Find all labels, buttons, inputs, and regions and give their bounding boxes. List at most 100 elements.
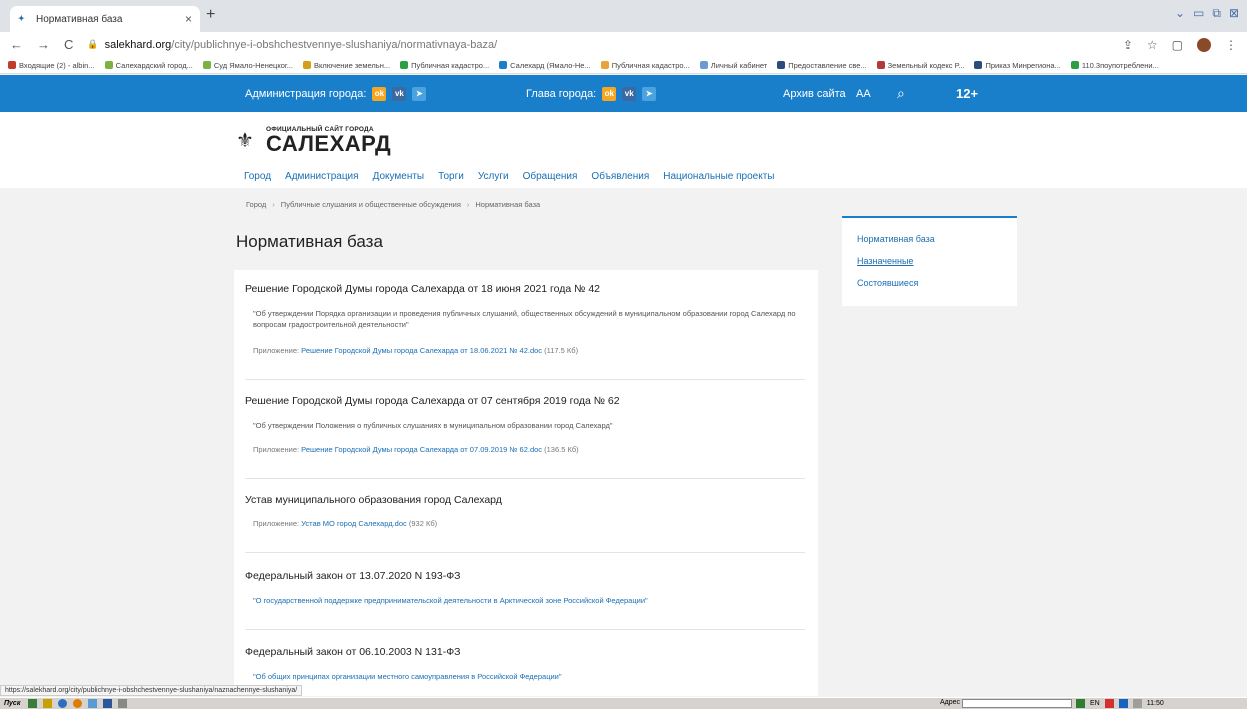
bookmark-item[interactable]: 110.3поупотреблени...: [1070, 61, 1159, 70]
document-item: "О государственной поддержке предпринима…: [245, 595, 805, 606]
font-size-button[interactable]: AA: [856, 88, 871, 100]
bookmark-item[interactable]: Приказ Минрегиона...: [974, 60, 1061, 70]
start-button[interactable]: Пуск: [4, 700, 20, 707]
tray-app-icon[interactable]: [1118, 699, 1128, 708]
minimize-icon[interactable]: ▭: [1193, 6, 1204, 21]
star-icon[interactable]: ☆: [1147, 38, 1158, 52]
address-input[interactable]: 🔒 salekhard.org /city/publichnye-i-obshc…: [87, 34, 1122, 55]
bookmark-item[interactable]: Салехард (Ямало-Не...: [499, 61, 591, 70]
close-tab-icon[interactable]: ×: [185, 12, 192, 26]
breadcrumb-separator: ›: [466, 200, 470, 209]
attachment-link[interactable]: Устав МО город Салехард.doc: [301, 519, 407, 528]
profile-avatar[interactable]: [1197, 37, 1211, 52]
document-item: "Об утверждении Положения о публичных сл…: [245, 420, 805, 431]
app-icon[interactable]: [118, 699, 128, 708]
document-link[interactable]: "О государственной поддержке предпринима…: [253, 595, 805, 606]
document-item: Федеральный закон от 06.10.2003 N 131-ФЗ: [245, 646, 805, 658]
nav-item[interactable]: Национальные проекты: [663, 171, 774, 182]
browser-tabbar: ✦ Нормативная база × + ⌄ ▭ ⧉ ⊠: [0, 0, 1247, 32]
document-item: "Об утверждении Порядка организации и пр…: [245, 308, 805, 330]
nav-item[interactable]: Администрация: [285, 171, 359, 182]
document-link[interactable]: "Об общих принципах организации местного…: [253, 671, 805, 682]
breadcrumb-item-current: Нормативная база: [475, 200, 541, 209]
bookmark-item[interactable]: Публичная кадастро...: [400, 61, 489, 70]
folder-icon[interactable]: [43, 699, 53, 708]
breadcrumb-item-hearings[interactable]: Публичные слушания и общественные обсужд…: [281, 200, 461, 209]
document-item: Решение Городской Думы города Салехарда …: [245, 395, 805, 407]
word-icon[interactable]: [103, 699, 113, 708]
bookmark-item[interactable]: Публичная кадастро...: [600, 61, 690, 70]
language-indicator[interactable]: EN: [1090, 700, 1100, 707]
bookmark-item[interactable]: Суд Ямало-Ненецког...: [202, 60, 293, 70]
nav-item[interactable]: Обращения: [523, 171, 578, 182]
sidebar-item-scheduled[interactable]: Назначенные: [857, 256, 913, 266]
volume-icon[interactable]: [1132, 699, 1142, 708]
document-title: Решение Городской Думы города Салехарда …: [245, 283, 601, 295]
search-icon[interactable]: ⌕: [897, 85, 905, 102]
vk-icon[interactable]: vk: [622, 86, 637, 101]
firefox-icon[interactable]: [73, 699, 83, 708]
telegram-icon[interactable]: ➤: [412, 86, 427, 101]
document-item: "Об общих принципах организации местного…: [245, 671, 805, 682]
bookmark-item[interactable]: Личный кабинет: [699, 61, 767, 70]
bookmark-label: Включение земельн...: [313, 60, 391, 70]
forward-icon[interactable]: →: [37, 37, 50, 52]
bookmark-item[interactable]: Земельный кодекс Р...: [876, 60, 965, 70]
bookmark-favicon-icon: [600, 61, 609, 69]
breadcrumb-item-city[interactable]: Город: [246, 200, 266, 209]
bookmark-item[interactable]: Салехардский город...: [104, 61, 193, 70]
desktop-icon[interactable]: [28, 699, 38, 708]
attachment-size: (136.5 Кб): [544, 445, 579, 454]
nav-item[interactable]: Объявления: [591, 171, 649, 182]
document-item: Приложение: Решение Городской Думы город…: [245, 445, 805, 454]
main-nav: Город Администрация Документы Торги Услуги Об…: [244, 171, 774, 182]
window-controls: ⌄ ▭ ⧉ ⊠: [1175, 6, 1239, 21]
nav-item[interactable]: Торги: [438, 171, 464, 182]
bookmark-item[interactable]: Включение земельн...: [302, 60, 391, 70]
divider: [245, 379, 805, 380]
sidepanel-icon[interactable]: ▢: [1172, 38, 1183, 52]
site-topbar: Администрация города: ok vk ➤ Глава горо…: [0, 75, 1247, 112]
archive-link[interactable]: Архив сайта: [783, 88, 846, 100]
bookmark-label: Суд Ямало-Ненецког...: [213, 60, 293, 70]
sidebar-item-completed[interactable]: Состоявшиеся: [857, 278, 918, 288]
back-icon[interactable]: ←: [10, 37, 23, 52]
antivirus-icon[interactable]: [1104, 699, 1114, 708]
nav-item[interactable]: Город: [244, 171, 271, 182]
attachment-link[interactable]: Решение Городской Думы города Салехарда …: [301, 445, 542, 454]
restore-icon[interactable]: ⧉: [1212, 6, 1221, 21]
age-rating-badge: 12+: [956, 86, 979, 101]
sidebar-item-normative-base[interactable]: Нормативная база: [857, 234, 935, 244]
chevron-down-icon[interactable]: ⌄: [1175, 6, 1185, 21]
bookmark-item[interactable]: Предоставление све...: [777, 60, 867, 70]
chrome-icon[interactable]: [58, 699, 68, 708]
share-icon[interactable]: ⇪: [1123, 38, 1133, 52]
attachment-link[interactable]: Решение Городской Думы города Салехарда …: [301, 346, 542, 355]
site-logo[interactable]: ⚜ ОФИЦИАЛЬНЫЙ САЙТ ГОРОДА САЛЕХАРД: [236, 126, 391, 155]
nav-item[interactable]: Услуги: [478, 171, 509, 182]
bookmark-favicon-icon: [302, 61, 311, 69]
page-title: Нормативная база: [236, 232, 383, 251]
odnoklassniki-icon[interactable]: ok: [602, 86, 617, 101]
network-icon[interactable]: [1076, 699, 1085, 708]
odnoklassniki-icon[interactable]: ok: [372, 86, 387, 101]
bookmark-label: Предоставление све...: [788, 60, 867, 70]
nav-item[interactable]: Документы: [373, 171, 425, 182]
close-window-icon[interactable]: ⊠: [1229, 6, 1239, 21]
browser-tab[interactable]: ✦ Нормативная база ×: [10, 6, 200, 32]
menu-icon[interactable]: ⋮: [1225, 38, 1237, 52]
new-tab-button[interactable]: +: [206, 6, 215, 24]
bookmarks-bar: Входящие (2) - albin... Салехардский горо…: [0, 57, 1247, 74]
bookmark-label: Приказ Минрегиона...: [985, 60, 1061, 70]
reload-icon[interactable]: C: [64, 37, 73, 52]
document-title: Федеральный закон от 06.10.2003 N 131-ФЗ: [245, 646, 461, 658]
bookmark-item[interactable]: Входящие (2) - albin...: [8, 61, 95, 70]
bookmark-favicon-icon: [699, 61, 708, 69]
telegram-icon[interactable]: ➤: [642, 86, 657, 101]
bookmark-label: Земельный кодекс Р...: [887, 60, 965, 70]
document-title: Федеральный закон от 13.07.2020 N 193-ФЗ: [245, 570, 461, 582]
outlook-icon[interactable]: [88, 699, 98, 708]
vk-icon[interactable]: vk: [392, 86, 407, 101]
taskbar-address-input[interactable]: [962, 699, 1072, 708]
attachment-size: (932 Кб): [408, 519, 438, 528]
